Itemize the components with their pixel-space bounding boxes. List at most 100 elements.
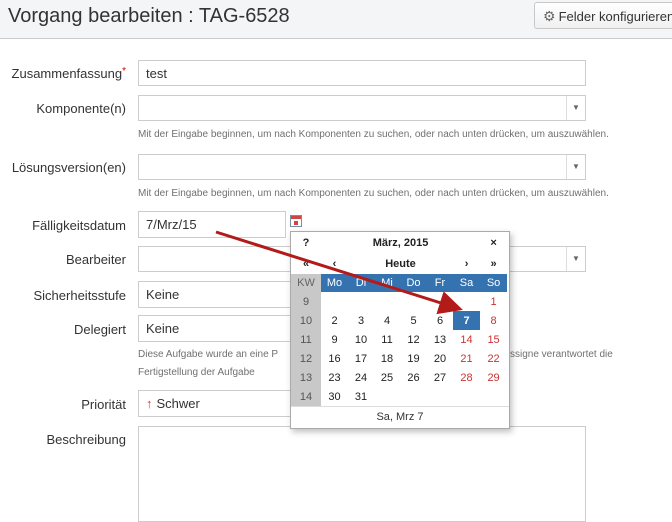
date-picker-popup: ? März, 2015 × « ‹ Heute › » KW Mo Di Mi… <box>290 231 510 429</box>
weekday-header-row: KW Mo Di Mi Do Fr Sa So <box>291 274 508 292</box>
chevron-down-icon[interactable]: ▼ <box>566 155 585 179</box>
calendar-day[interactable]: 5 <box>400 311 427 330</box>
week-number: 10 <box>291 311 321 330</box>
calendar-today-button[interactable]: Heute <box>348 253 453 274</box>
description-textarea[interactable] <box>138 426 586 522</box>
calendar-day[interactable]: 22 <box>480 349 507 368</box>
calendar-grid: ? März, 2015 × « ‹ Heute › » KW Mo Di Mi… <box>291 232 508 406</box>
calendar-day[interactable]: 31 <box>348 387 374 406</box>
calendar-icon[interactable] <box>290 215 302 227</box>
calendar-day[interactable]: 24 <box>348 368 374 387</box>
security-select[interactable]: Keine <box>138 281 298 308</box>
calendar-day[interactable]: 16 <box>321 349 348 368</box>
calendar-day[interactable]: 15 <box>480 330 507 349</box>
calendar-empty-cell <box>400 292 427 311</box>
weekday-header: Mo <box>321 274 348 292</box>
calendar-day[interactable]: 10 <box>348 330 374 349</box>
priority-select[interactable]: ↑ Schwer <box>138 390 298 417</box>
weekday-header: Di <box>348 274 374 292</box>
calendar-close-button[interactable]: × <box>480 232 507 253</box>
calendar-day[interactable]: 12 <box>400 330 427 349</box>
components-select[interactable]: ▼ <box>138 95 586 121</box>
chevron-down-icon[interactable]: ▼ <box>566 247 585 271</box>
calendar-empty-cell <box>400 387 427 406</box>
week-number-header: KW <box>291 274 321 292</box>
priority-label: Priorität <box>81 397 126 412</box>
delegated-help-line-2: Fertigstellung der Aufgabe <box>138 367 255 378</box>
week-number: 13 <box>291 368 321 387</box>
gear-icon: ⚙ <box>543 8 556 24</box>
calendar-day[interactable]: 4 <box>374 311 400 330</box>
arrow-up-icon: ↑ <box>146 396 153 411</box>
fix-versions-label: Lösungsversion(en) <box>11 160 126 175</box>
calendar-empty-cell <box>374 292 400 311</box>
fix-versions-help: Mit der Eingabe beginnen, um nach Kompon… <box>138 188 609 199</box>
calendar-day[interactable]: 1 <box>480 292 507 311</box>
dialog-header: Vorgang bearbeiten : TAG-6528 ⚙ Felder ko… <box>0 0 672 39</box>
calendar-week-row: 91 <box>291 292 507 311</box>
calendar-day[interactable]: 27 <box>427 368 453 387</box>
calendar-day[interactable]: 11 <box>374 330 400 349</box>
calendar-day[interactable]: 23 <box>321 368 348 387</box>
week-number: 14 <box>291 387 321 406</box>
calendar-empty-cell <box>348 292 374 311</box>
weekday-header: Fr <box>427 274 453 292</box>
summary-label: Zusammenfassung* <box>11 66 126 81</box>
calendar-day[interactable]: 13 <box>427 330 453 349</box>
calendar-day[interactable]: 28 <box>453 368 480 387</box>
calendar-week-row: 10 2 3 4 5 6 7 8 <box>291 311 507 330</box>
calendar-day[interactable]: 29 <box>480 368 507 387</box>
components-label: Komponente(n) <box>36 101 126 116</box>
assignee-label: Bearbeiter <box>66 252 126 267</box>
due-date-input[interactable]: 7/Mrz/15 <box>138 211 286 238</box>
calendar-empty-cell <box>374 387 400 406</box>
weekday-header: Do <box>400 274 427 292</box>
security-label: Sicherheitsstufe <box>33 288 127 303</box>
calendar-day[interactable]: 21 <box>453 349 480 368</box>
calendar-prev-year-button[interactable]: « <box>291 253 321 274</box>
calendar-next-month-button[interactable]: › <box>453 253 480 274</box>
weekday-header: So <box>480 274 508 292</box>
calendar-day[interactable]: 25 <box>374 368 400 387</box>
calendar-empty-cell <box>453 387 480 406</box>
calendar-week-row: 14 30 31 <box>291 387 507 406</box>
calendar-day[interactable]: 20 <box>427 349 453 368</box>
configure-fields-label: Felder konfigurieren <box>558 9 672 24</box>
calendar-day[interactable]: 30 <box>321 387 348 406</box>
calendar-help-button[interactable]: ? <box>291 232 321 253</box>
calendar-next-year-button[interactable]: » <box>480 253 507 274</box>
calendar-day[interactable]: 6 <box>427 311 453 330</box>
required-marker: * <box>122 66 126 77</box>
dialog-title: Vorgang bearbeiten : TAG-6528 <box>8 5 290 27</box>
weekday-header: Mi <box>374 274 400 292</box>
calendar-day[interactable]: 8 <box>480 311 507 330</box>
calendar-day[interactable]: 7 <box>453 311 481 330</box>
calendar-day[interactable]: 3 <box>348 311 374 330</box>
calendar-empty-cell <box>453 292 480 311</box>
calendar-day[interactable]: 9 <box>321 330 348 349</box>
components-help: Mit der Eingabe beginnen, um nach Kompon… <box>138 129 609 140</box>
summary-input[interactable]: test <box>138 60 586 86</box>
calendar-week-row: 12 16 17 18 19 20 21 22 <box>291 349 507 368</box>
description-label: Beschreibung <box>46 432 127 447</box>
week-number: 12 <box>291 349 321 368</box>
week-number: 11 <box>291 330 321 349</box>
delegated-help-end: ssigne verantwortet die <box>510 349 613 360</box>
calendar-day[interactable]: 2 <box>321 311 348 330</box>
configure-fields-button[interactable]: ⚙ Felder konfigurieren <box>534 2 672 29</box>
delegated-help-start: Diese Aufgabe wurde an eine P <box>138 349 279 360</box>
chevron-down-icon[interactable]: ▼ <box>566 96 585 120</box>
delegated-select[interactable]: Keine <box>138 315 298 342</box>
calendar-day[interactable]: 26 <box>400 368 427 387</box>
calendar-day[interactable]: 19 <box>400 349 427 368</box>
calendar-empty-cell <box>427 387 453 406</box>
calendar-prev-month-button[interactable]: ‹ <box>321 253 348 274</box>
calendar-day[interactable]: 14 <box>453 330 480 349</box>
fix-versions-select[interactable]: ▼ <box>138 154 586 180</box>
priority-value: Schwer <box>156 396 200 411</box>
calendar-day[interactable]: 17 <box>348 349 374 368</box>
calendar-week-row: 13 23 24 25 26 27 28 29 <box>291 368 507 387</box>
calendar-empty-cell <box>480 387 507 406</box>
calendar-day[interactable]: 18 <box>374 349 400 368</box>
week-number: 9 <box>291 292 321 311</box>
